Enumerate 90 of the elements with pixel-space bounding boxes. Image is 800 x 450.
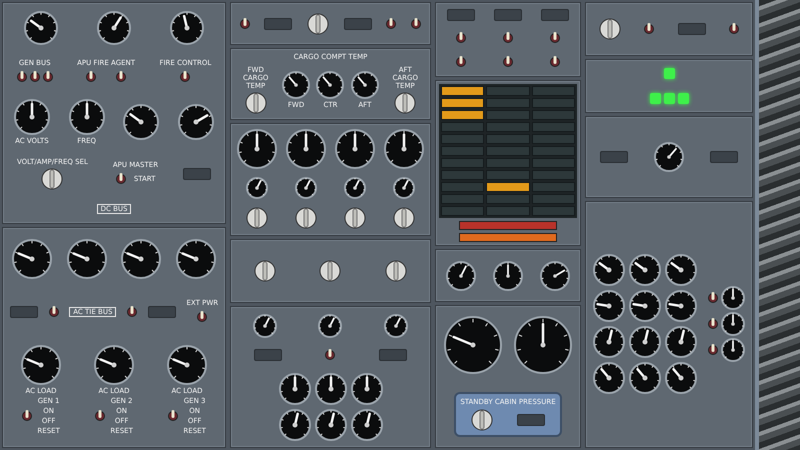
indicator-plate bbox=[494, 8, 522, 21]
rotary-knob-icon[interactable] bbox=[384, 260, 407, 282]
rotary-knob-icon[interactable] bbox=[599, 18, 622, 40]
gauge-dial bbox=[629, 254, 661, 286]
gauge-dial bbox=[282, 71, 310, 100]
rotary-knob-icon[interactable] bbox=[254, 260, 276, 282]
gauge-dial bbox=[654, 142, 684, 172]
gauge-dial bbox=[14, 98, 50, 135]
gauge-dial bbox=[540, 260, 570, 291]
gauge-dial bbox=[68, 98, 105, 135]
gauge-dial bbox=[318, 314, 342, 338]
gauge-dial bbox=[97, 11, 131, 46]
gauge-dial bbox=[593, 254, 625, 286]
gauge-dial bbox=[721, 286, 745, 310]
gauge-dial bbox=[493, 260, 523, 291]
gauge-dial bbox=[629, 362, 661, 394]
gauge-dial bbox=[629, 290, 661, 322]
gauge-dial bbox=[665, 254, 697, 286]
gauge-dial bbox=[393, 177, 415, 200]
gauge-dial bbox=[178, 104, 214, 140]
indicator-plate bbox=[254, 349, 282, 362]
indicator-plate bbox=[600, 150, 628, 163]
gauge-dial bbox=[167, 345, 207, 386]
gauge-dial bbox=[344, 177, 366, 200]
rotary-knob-icon[interactable] bbox=[246, 207, 268, 230]
gauge-dial bbox=[314, 372, 346, 405]
gauge-dial bbox=[123, 104, 160, 140]
indicator-plate bbox=[541, 8, 569, 21]
gauge-dial bbox=[295, 177, 317, 200]
indicator-plate bbox=[264, 18, 292, 30]
toggle-switch-icon[interactable] bbox=[411, 16, 422, 32]
gauge-dial bbox=[66, 239, 107, 280]
gauge-dial bbox=[278, 408, 310, 441]
rotary-knob-icon[interactable] bbox=[41, 168, 64, 190]
gauge-dial bbox=[121, 239, 162, 280]
gauge-dial bbox=[350, 408, 382, 441]
gauge-dial bbox=[593, 290, 625, 322]
gauge-dial bbox=[12, 239, 52, 280]
gauge-dial bbox=[253, 314, 278, 338]
gauge-dial bbox=[665, 290, 697, 322]
gauge-dial bbox=[350, 71, 379, 100]
gauge-dial bbox=[721, 312, 745, 336]
rotary-knob-icon[interactable] bbox=[394, 92, 416, 114]
gauge-dial bbox=[721, 338, 745, 362]
gauge-dial bbox=[350, 372, 382, 405]
gauge-dial bbox=[24, 11, 58, 46]
gauge-dial bbox=[170, 11, 204, 46]
toggle-switch-icon[interactable] bbox=[728, 21, 739, 37]
gauge-dial bbox=[593, 326, 625, 358]
indicator-plate bbox=[10, 306, 38, 318]
gauge-dial bbox=[384, 314, 408, 338]
gauge-dial bbox=[316, 71, 344, 100]
gauge-dial bbox=[446, 260, 476, 291]
gauge-dial bbox=[286, 129, 326, 170]
gauge-dial bbox=[593, 362, 625, 394]
rotary-knob-icon[interactable] bbox=[393, 207, 415, 230]
gauge-dial bbox=[278, 372, 310, 405]
gauge-dial bbox=[246, 177, 268, 200]
toggle-switch-icon[interactable] bbox=[386, 16, 396, 32]
rotary-knob-icon[interactable] bbox=[295, 207, 317, 230]
gauge-dial bbox=[314, 408, 346, 441]
toggle-switch-icon[interactable] bbox=[550, 30, 560, 46]
indicator-plate bbox=[344, 18, 372, 30]
indicator-plate bbox=[148, 306, 176, 318]
toggle-switch-icon[interactable] bbox=[240, 16, 250, 32]
gauge-dial bbox=[665, 362, 697, 394]
rotary-knob-icon[interactable] bbox=[244, 92, 267, 114]
indicator-plate bbox=[378, 349, 407, 362]
rotary-knob-icon[interactable] bbox=[307, 12, 330, 35]
indicator-plate bbox=[710, 150, 738, 163]
gauge-dial bbox=[176, 239, 216, 280]
toggle-switch-icon[interactable] bbox=[456, 30, 466, 46]
indicator-plate bbox=[183, 168, 212, 180]
gauge-dial bbox=[94, 345, 134, 386]
rotary-knob-icon[interactable] bbox=[319, 260, 342, 282]
indicator-plate bbox=[447, 8, 475, 21]
rotary-knob-icon[interactable] bbox=[470, 408, 493, 431]
gauge-dial bbox=[629, 326, 661, 358]
gauge-dial bbox=[237, 129, 277, 170]
gauge-dial bbox=[514, 316, 572, 374]
rotary-knob-icon[interactable] bbox=[344, 207, 366, 230]
indicator-plate bbox=[678, 23, 706, 35]
toggle-switch-icon[interactable] bbox=[503, 30, 513, 46]
gauge-dial bbox=[335, 129, 375, 170]
gauge-dial bbox=[384, 129, 424, 170]
gauge-dial bbox=[444, 316, 502, 374]
gauge-dial bbox=[665, 326, 697, 358]
toggle-switch-icon[interactable] bbox=[644, 21, 654, 37]
indicator-plate bbox=[517, 414, 546, 426]
gauge-dial bbox=[21, 345, 61, 386]
